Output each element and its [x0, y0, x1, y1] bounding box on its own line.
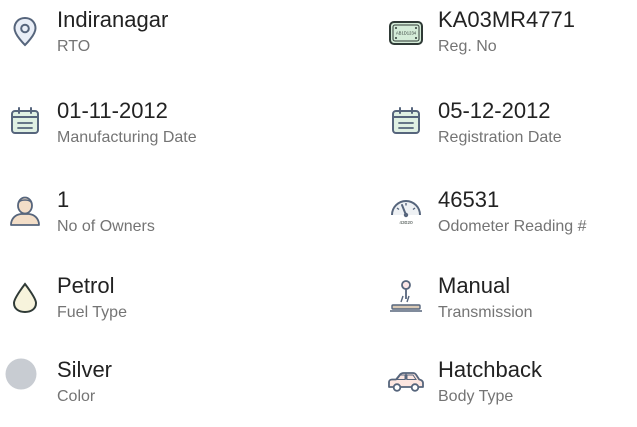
reg-no-label: Reg. No [438, 38, 497, 55]
location-pin-icon [5, 12, 45, 52]
color-label: Color [57, 388, 96, 405]
transmission-label: Transmission [438, 304, 533, 321]
reg-no-value: KA03MR4771 [438, 7, 575, 32]
car-icon [386, 359, 426, 399]
body-type-value: Hatchback [438, 357, 542, 382]
color-value: Silver [57, 357, 113, 382]
body-type-label: Body Type [438, 388, 514, 405]
vehicle-specs-grid: Indiranagar RTO AB1D1234 KA03MR4771 Reg.… [0, 0, 637, 414]
calendar-icon [5, 101, 45, 141]
fuel-type-label: Fuel Type [57, 304, 127, 321]
fuel-drop-icon [5, 277, 45, 317]
no-of-owners-label: No of Owners [57, 218, 155, 235]
spec-reg-no: AB1D1234 KA03MR4771 Reg. No [386, 7, 637, 77]
manufacturing-date-label: Manufacturing Date [57, 129, 197, 146]
registration-date-value: 05-12-2012 [438, 98, 551, 123]
rto-value: Indiranagar [57, 7, 169, 32]
gauge-text: 43020 [399, 220, 413, 226]
transmission-value: Manual [438, 273, 511, 298]
registration-date-label: Registration Date [438, 129, 562, 146]
spec-rto: Indiranagar RTO [5, 7, 305, 77]
odometer-reading-value: 46531 [438, 187, 500, 212]
gear-shift-icon [386, 276, 426, 316]
spec-odometer-reading: 43020 46531 Odometer Reading # [386, 187, 637, 257]
calendar-icon [386, 101, 426, 141]
spec-no-of-owners: 1 No of Owners [5, 187, 305, 257]
rto-label: RTO [57, 38, 91, 55]
spec-color: Silver Color [5, 357, 305, 427]
spec-fuel-type: Petrol Fuel Type [5, 273, 305, 343]
spec-body-type: Hatchback Body Type [386, 357, 637, 427]
color-swatch-icon [5, 357, 45, 397]
spec-registration-date: 05-12-2012 Registration Date [386, 98, 637, 168]
color-swatch [5, 358, 37, 390]
license-plate-icon: AB1D1234 [386, 12, 426, 52]
odometer-reading-label: Odometer Reading # [438, 218, 587, 235]
owner-icon [5, 191, 45, 231]
spec-manufacturing-date: 01-11-2012 Manufacturing Date [5, 98, 305, 168]
no-of-owners-value: 1 [57, 187, 70, 212]
fuel-type-value: Petrol [57, 273, 115, 298]
odometer-icon: 43020 [386, 191, 426, 231]
spec-transmission: Manual Transmission [386, 273, 637, 343]
manufacturing-date-value: 01-11-2012 [57, 98, 168, 123]
plate-text: AB1D1234 [396, 31, 417, 36]
